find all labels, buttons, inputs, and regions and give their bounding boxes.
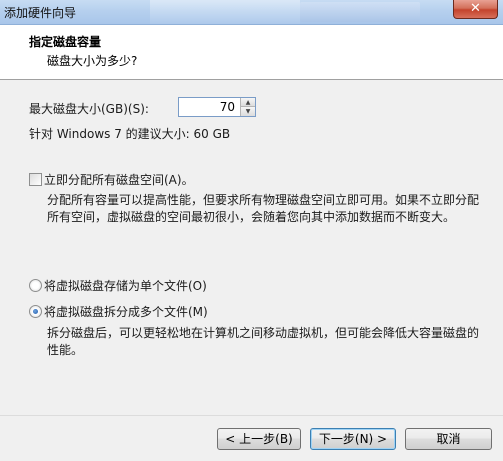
split-description: 拆分磁盘后，可以更轻松地在计算机之间移动虚拟机，但可能会降低大容量磁盘的 性能。: [47, 325, 479, 359]
stepper-down-icon[interactable]: ▼: [241, 107, 255, 116]
single-file-label[interactable]: 将虚拟磁盘存储为单个文件(O): [44, 277, 207, 294]
next-button[interactable]: 下一步(N) >: [310, 428, 396, 450]
recommended-size-text: 针对 Windows 7 的建议大小: 60 GB: [29, 127, 231, 141]
title-bar-glass: [300, 2, 420, 22]
split-files-radio[interactable]: [29, 305, 42, 318]
title-bar-glass: [150, 0, 300, 24]
disk-size-label: 最大磁盘大小(GB)(S):: [29, 102, 149, 116]
allocate-description: 分配所有容量可以提高性能，但要求所有物理磁盘空间立即可用。如果不立即分配 所有空…: [47, 192, 479, 226]
single-file-radio[interactable]: [29, 279, 42, 292]
back-button[interactable]: < 上一步(B): [217, 428, 301, 450]
close-icon: ✕: [470, 1, 481, 16]
split-description-line: 拆分磁盘后，可以更轻松地在计算机之间移动虚拟机，但可能会降低大容量磁盘的: [47, 326, 480, 340]
page-subtitle: 磁盘大小为多少?: [47, 54, 138, 68]
footer-divider: [0, 415, 503, 416]
allocate-description-line: 分配所有容量可以提高性能，但要求所有物理磁盘空间立即可用。如果不立即分配: [47, 193, 480, 207]
page-title: 指定磁盘容量: [29, 35, 102, 49]
allocate-description-line: 所有空间，虚拟磁盘的空间最初很小，会随着您向其中添加数据而不断变大。: [47, 210, 456, 224]
allocate-all-checkbox[interactable]: [29, 173, 42, 186]
wizard-header: 指定磁盘容量 磁盘大小为多少?: [0, 25, 503, 80]
split-files-label[interactable]: 将虚拟磁盘拆分成多个文件(M): [44, 303, 208, 320]
title-bar: 添加硬件向导 ✕: [0, 0, 503, 25]
close-button[interactable]: ✕: [453, 0, 498, 19]
stepper-buttons: ▲ ▼: [240, 98, 255, 116]
split-description-line: 性能。: [47, 343, 84, 357]
window-title: 添加硬件向导: [4, 6, 77, 20]
allocate-all-label[interactable]: 立即分配所有磁盘空间(A)。: [44, 171, 194, 188]
disk-size-stepper[interactable]: 70 ▲ ▼: [178, 97, 256, 117]
cancel-button[interactable]: 取消: [405, 428, 492, 450]
stepper-up-icon[interactable]: ▲: [241, 98, 255, 107]
disk-size-input[interactable]: 70: [220, 100, 235, 114]
radio-selected-dot: [33, 309, 38, 314]
